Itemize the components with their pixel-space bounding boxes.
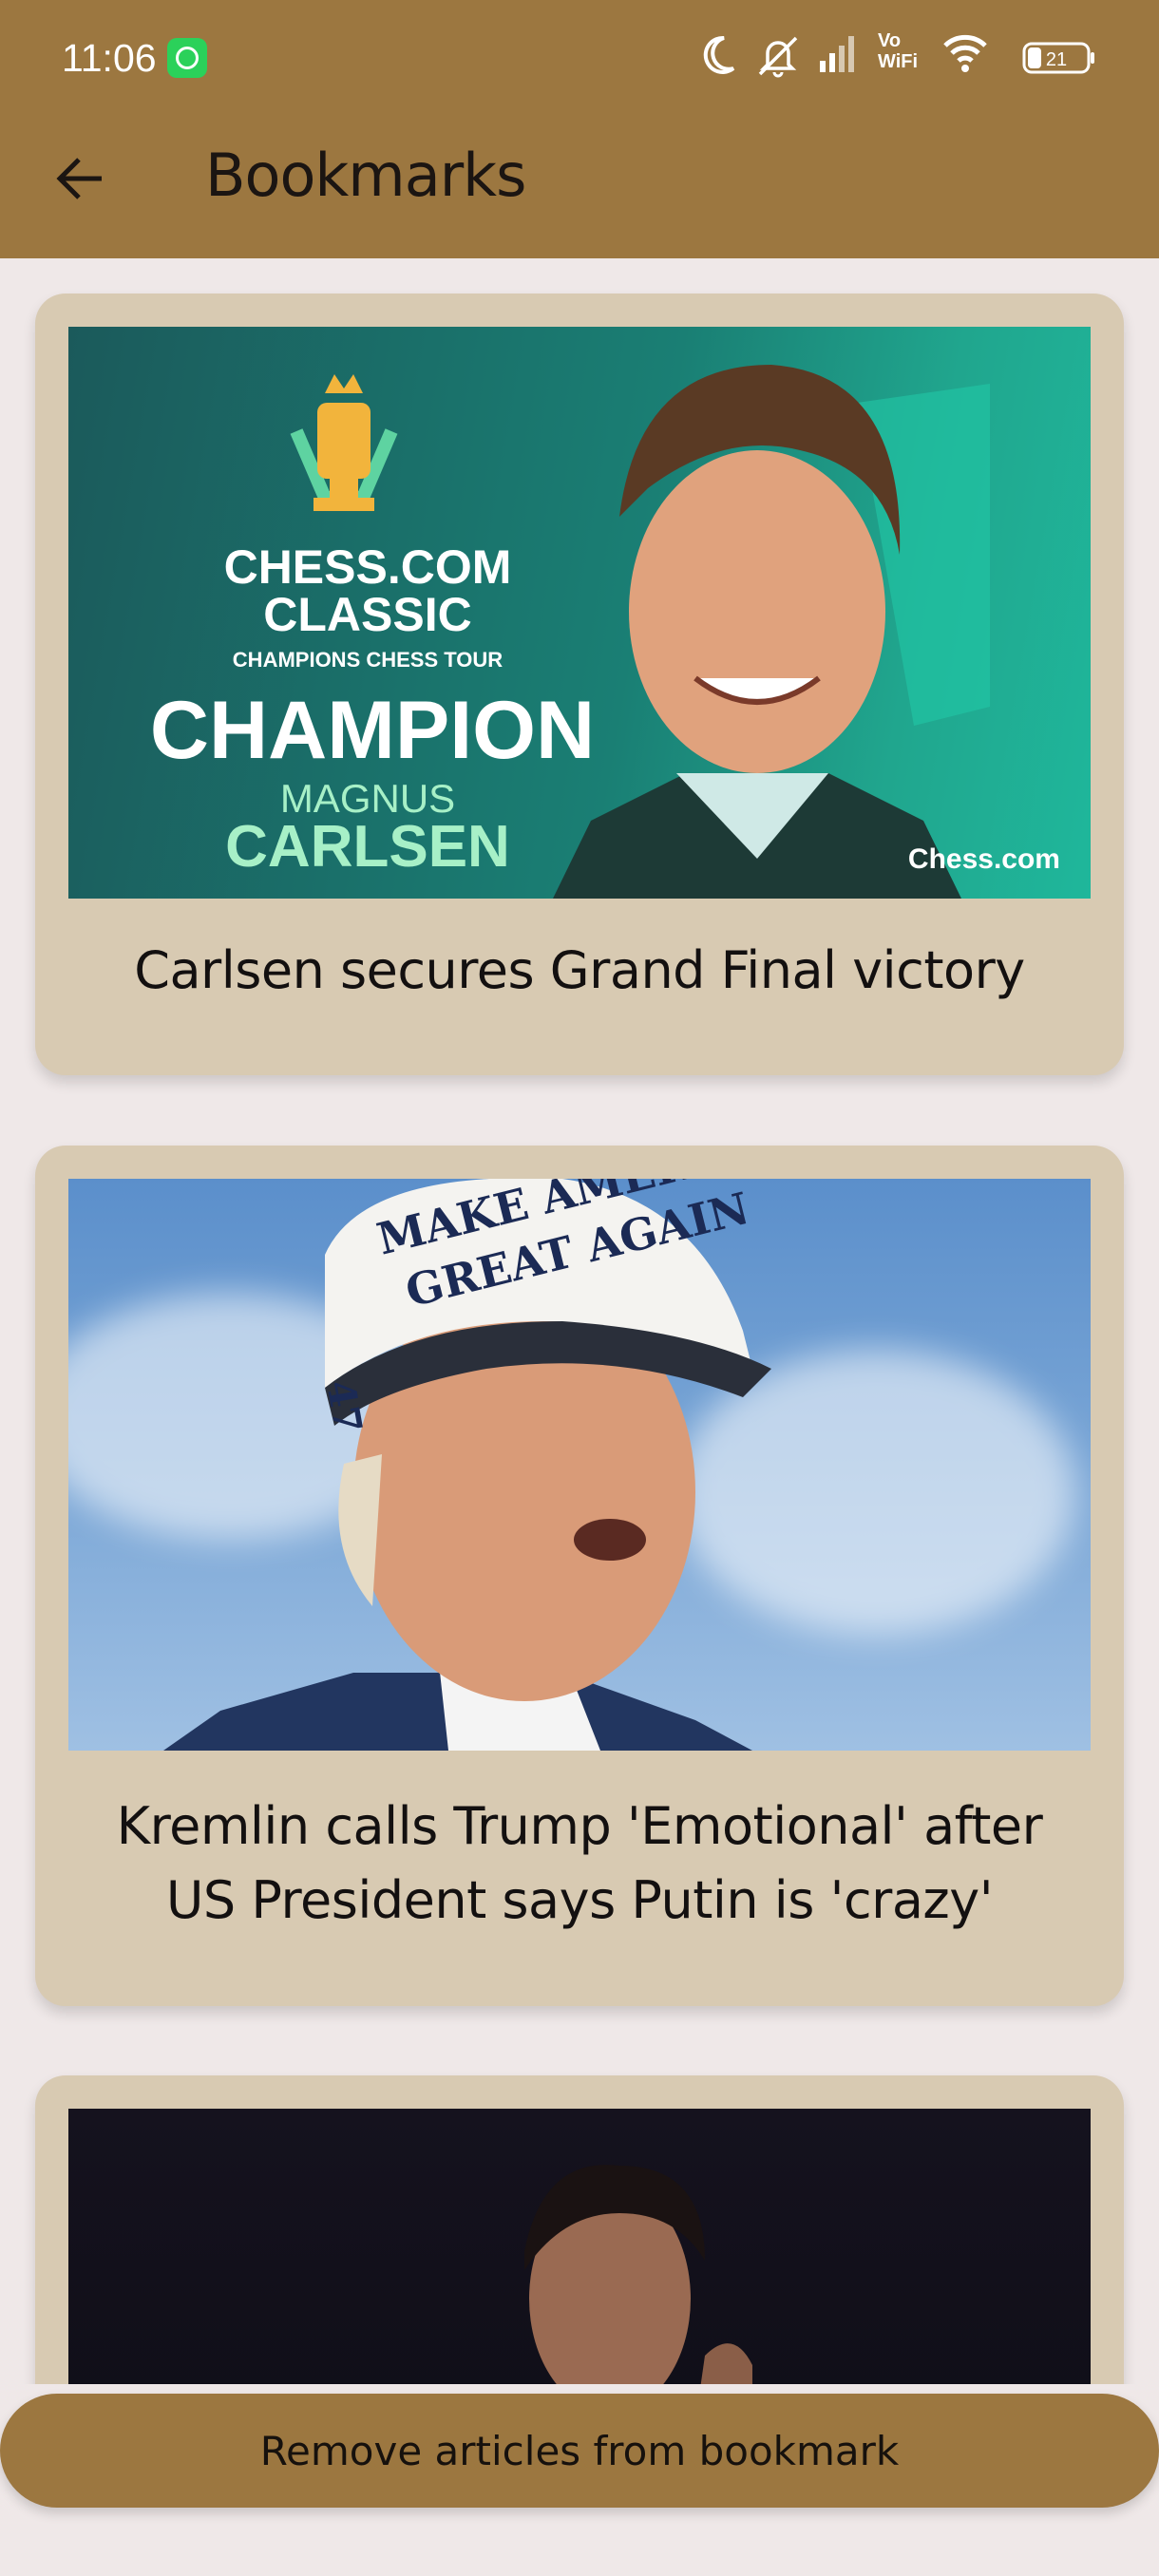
person-photo bbox=[524, 2165, 752, 2422]
article-headline: Kremlin calls Trump 'Emotional' after US… bbox=[64, 1790, 1095, 1938]
bell-off-icon bbox=[758, 36, 798, 78]
signal-icon bbox=[820, 36, 854, 72]
page-title: Bookmarks bbox=[205, 141, 526, 210]
person-photo: MAKE AMERICA GREAT AGAIN 47 bbox=[163, 1179, 784, 1751]
app-bar: 11:06 Vo WiFi 21 Bookmarks bbox=[0, 0, 1159, 258]
status-time: 11:06 bbox=[62, 36, 157, 80]
vowifi-top: Vo bbox=[878, 30, 902, 51]
article-thumbnail: CHESS.COM CLASSIC CHAMPIONS CHESS TOUR C… bbox=[68, 327, 1091, 899]
whatsapp-icon bbox=[167, 38, 207, 78]
article-headline: Carlsen secures Grand Final victory bbox=[134, 940, 1025, 1000]
headline-line-2: US President says Putin is 'crazy' bbox=[165, 1870, 994, 1930]
article-card[interactable]: MAKE AMERICA GREAT AGAIN 47 Kremlin call… bbox=[35, 1146, 1124, 2006]
battery-level: 21 bbox=[1046, 49, 1067, 70]
trophy-icon bbox=[290, 374, 398, 511]
headline-line-1: Kremlin calls Trump 'Emotional' after bbox=[116, 1796, 1043, 1856]
battery-icon: 21 bbox=[1022, 42, 1094, 74]
back-button[interactable] bbox=[38, 141, 124, 217]
remove-bookmarks-button[interactable]: Remove articles from bookmark bbox=[0, 2394, 1159, 2508]
player-photo bbox=[553, 365, 990, 899]
cap-side-text: 47 bbox=[317, 1377, 370, 1437]
brand-label: Chess.com bbox=[907, 843, 1060, 875]
arrow-left-icon bbox=[56, 158, 102, 199]
vowifi-icon: Vo WiFi bbox=[878, 30, 918, 72]
article-card[interactable]: CHESS.COM CLASSIC CHAMPIONS CHESS TOUR C… bbox=[35, 294, 1124, 1075]
moon-icon bbox=[703, 35, 735, 74]
vowifi-bottom: WiFi bbox=[878, 51, 919, 72]
article-thumbnail: MAKE AMERICA GREAT AGAIN 47 bbox=[68, 1179, 1091, 1751]
status-bar: 11:06 Vo WiFi 21 bbox=[0, 0, 1159, 114]
wifi-icon bbox=[943, 34, 987, 72]
